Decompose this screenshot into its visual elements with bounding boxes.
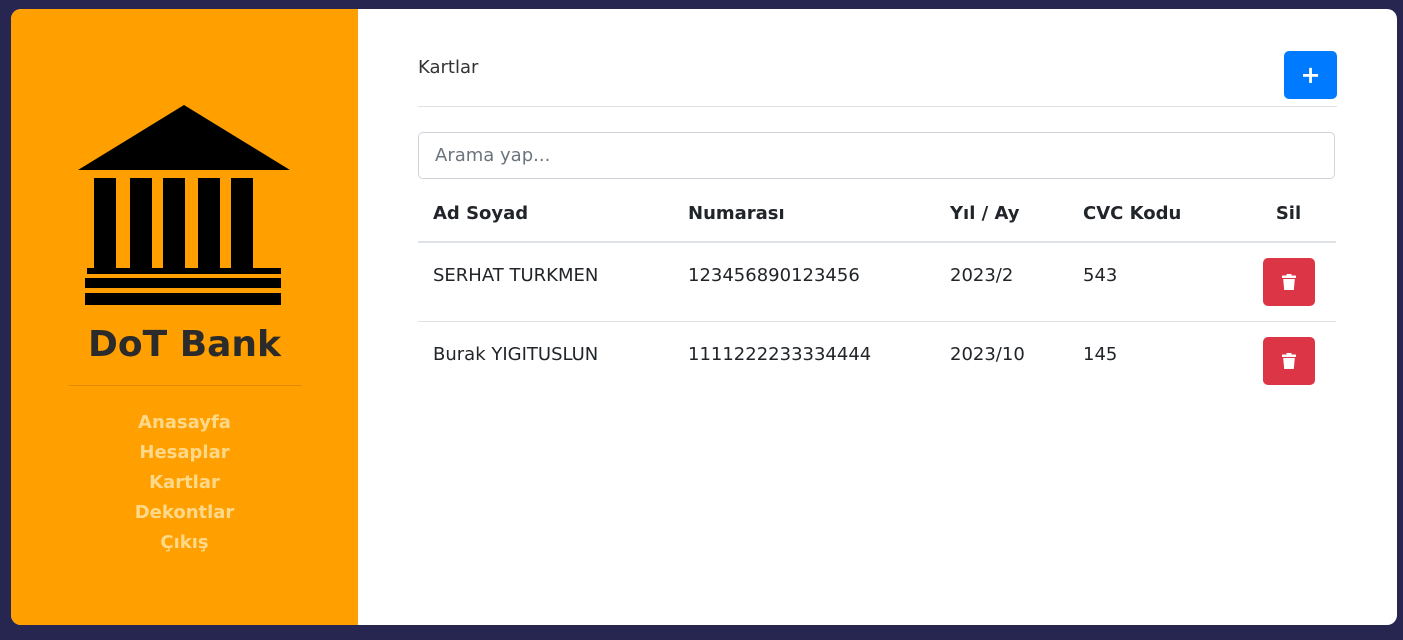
column-header-name: Ad Soyad <box>418 185 673 243</box>
add-card-button[interactable]: + <box>1284 51 1337 99</box>
sidebar-item-kartlar[interactable]: Kartlar <box>11 468 358 498</box>
sidebar-item-cikis[interactable]: Çıkış <box>11 528 358 558</box>
cell-delete <box>1241 242 1336 322</box>
cell-number: 123456890123456 <box>673 242 935 322</box>
column-header-number: Numarası <box>673 185 935 243</box>
sidebar-nav: Anasayfa Hesaplar Kartlar Dekontlar Çıkı… <box>11 408 358 558</box>
sidebar-divider <box>68 385 302 386</box>
search-input[interactable] <box>418 132 1335 179</box>
cell-date: 2023/10 <box>950 343 1025 365</box>
trash-icon <box>1281 274 1296 290</box>
delete-button[interactable] <box>1262 258 1315 306</box>
cell-name: SERHAT TURKMEN <box>418 242 673 322</box>
cell-cvc: 145 <box>1083 343 1118 365</box>
column-header-cvc: CVC Kodu <box>1068 185 1241 243</box>
main-content: Kartlar + Ad Soyad Numarası Yıl / Ay CVC… <box>358 9 1397 625</box>
bank-building-icon <box>78 105 290 305</box>
sidebar-item-hesaplar[interactable]: Hesaplar <box>11 438 358 468</box>
column-header-date: Yıl / Ay <box>935 185 1068 243</box>
table-row: Burak YIGITUSLUN 1111222233334444 2023/1… <box>418 321 1336 400</box>
bank-name: DoT Bank <box>87 324 281 365</box>
sidebar-item-dekontlar[interactable]: Dekontlar <box>11 498 358 528</box>
table-row: SERHAT TURKMEN 123456890123456 2023/2 54… <box>418 242 1336 322</box>
cell-cvc: 543 <box>1068 242 1241 322</box>
sidebar: DoT Bank Anasayfa Hesaplar Kartlar Dekon… <box>11 9 358 625</box>
table-header-row: Ad Soyad Numarası Yıl / Ay CVC Kodu Sil <box>418 185 1336 243</box>
cards-table: Ad Soyad Numarası Yıl / Ay CVC Kodu Sil … <box>418 185 1336 400</box>
delete-button[interactable] <box>1262 336 1315 385</box>
cell-date: 2023/2 <box>935 242 1068 322</box>
cell-number: 1111222233334444 <box>688 343 872 365</box>
cell-delete <box>1241 321 1336 400</box>
header-divider <box>418 106 1337 107</box>
cell-name: Burak YIGITUSLUN <box>433 343 599 365</box>
column-header-delete: Sil <box>1241 185 1336 243</box>
trash-icon <box>1281 352 1296 369</box>
sidebar-item-anasayfa[interactable]: Anasayfa <box>11 408 358 438</box>
page-title: Kartlar <box>418 57 479 78</box>
app-window: DoT Bank Anasayfa Hesaplar Kartlar Dekon… <box>11 9 1397 625</box>
